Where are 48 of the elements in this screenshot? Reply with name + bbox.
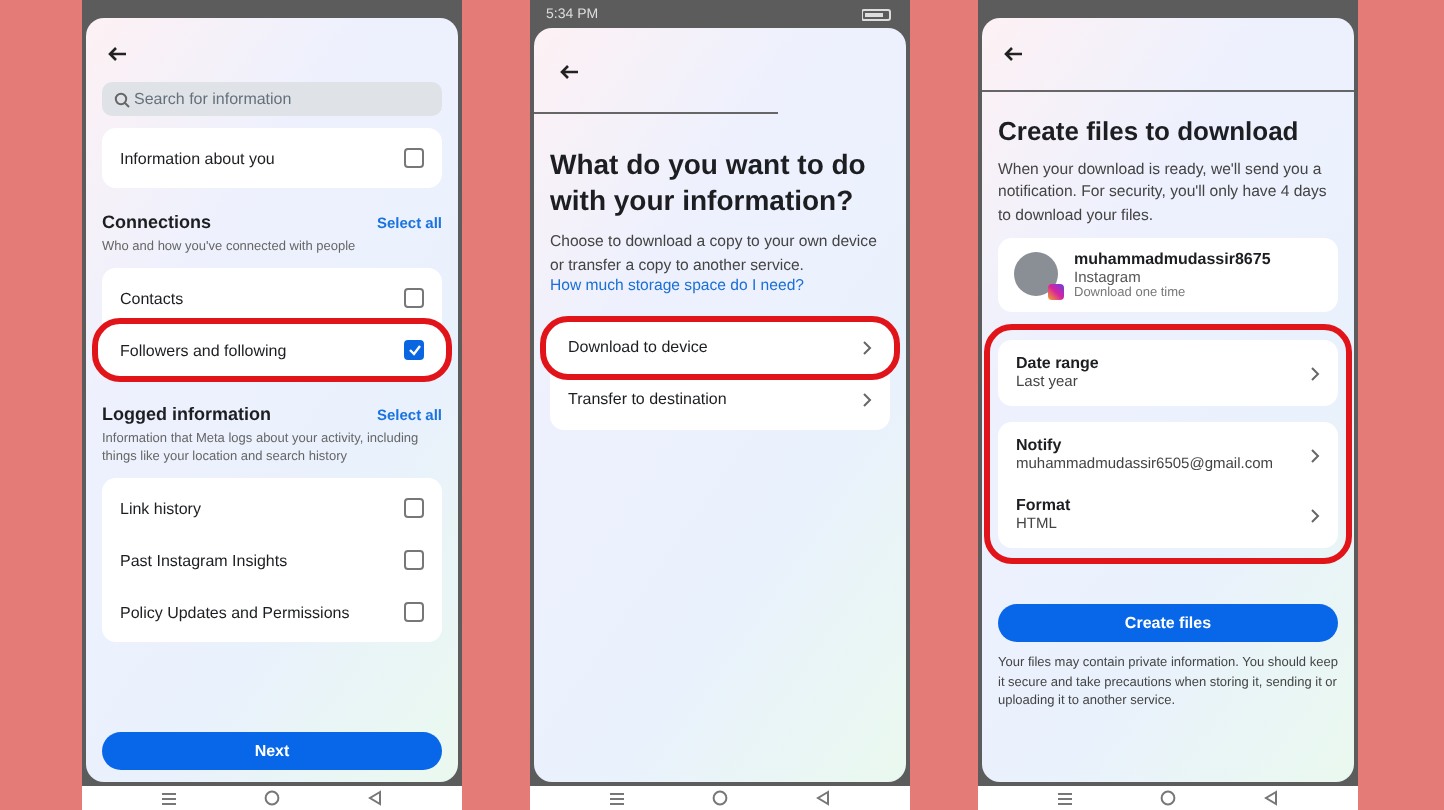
username: muhammadmudassir8675 <box>1074 249 1271 268</box>
option-label: Transfer to destination <box>568 390 727 409</box>
back-arrow-icon[interactable] <box>1002 46 1024 62</box>
menu-icon[interactable] <box>162 791 176 805</box>
instagram-badge-icon <box>1048 284 1064 301</box>
section-title: Connections <box>102 212 212 232</box>
checkbox[interactable] <box>404 148 424 168</box>
checkbox[interactable] <box>404 602 424 623</box>
setting-label: Format <box>1016 495 1071 514</box>
next-button[interactable]: Next <box>102 732 442 770</box>
checkbox[interactable] <box>404 340 424 361</box>
back-icon[interactable] <box>368 790 382 806</box>
item-label: Link history <box>120 499 201 518</box>
menu-icon[interactable] <box>610 791 624 805</box>
menu-icon[interactable] <box>1058 791 1072 805</box>
back-arrow-icon[interactable] <box>106 46 128 62</box>
back-icon[interactable] <box>816 790 830 806</box>
option-row[interactable]: Download to device <box>540 315 900 380</box>
search-icon <box>114 91 130 107</box>
section-title: Logged information <box>102 404 271 425</box>
home-icon[interactable] <box>1160 790 1176 806</box>
checkbox[interactable] <box>404 498 424 519</box>
chevron-right-icon <box>862 339 872 356</box>
list-row[interactable]: Followers and following <box>92 318 452 383</box>
page-title: Create files to download <box>998 116 1301 146</box>
chevron-right-icon <box>1310 507 1320 524</box>
create-files-button[interactable]: Create files <box>998 604 1338 643</box>
item-label: Past Instagram Insights <box>120 551 288 570</box>
back-arrow-icon[interactable] <box>558 64 580 80</box>
item-label: Policy Updates and Permissions <box>120 603 350 622</box>
checkbox[interactable] <box>404 550 424 571</box>
chevron-right-icon <box>1310 365 1320 382</box>
setting-label: Date range <box>1016 353 1099 372</box>
item-label: Information about you <box>120 149 275 167</box>
chevron-right-icon <box>862 391 872 408</box>
battery-icon <box>862 7 894 21</box>
check-icon <box>407 344 421 357</box>
chevron-right-icon <box>1310 448 1320 465</box>
page-title: What do you want to do with your information? <box>550 146 868 219</box>
home-icon[interactable] <box>264 790 280 806</box>
search-field[interactable]: Search for information <box>102 82 442 116</box>
item-label: Contacts <box>120 289 184 308</box>
item-label: Followers and following <box>120 341 287 360</box>
checkbox[interactable] <box>404 288 424 309</box>
option-label: Download to device <box>568 338 708 357</box>
setting-label: Notify <box>1016 436 1064 455</box>
back-icon[interactable] <box>1264 790 1278 806</box>
home-icon[interactable] <box>712 790 728 806</box>
